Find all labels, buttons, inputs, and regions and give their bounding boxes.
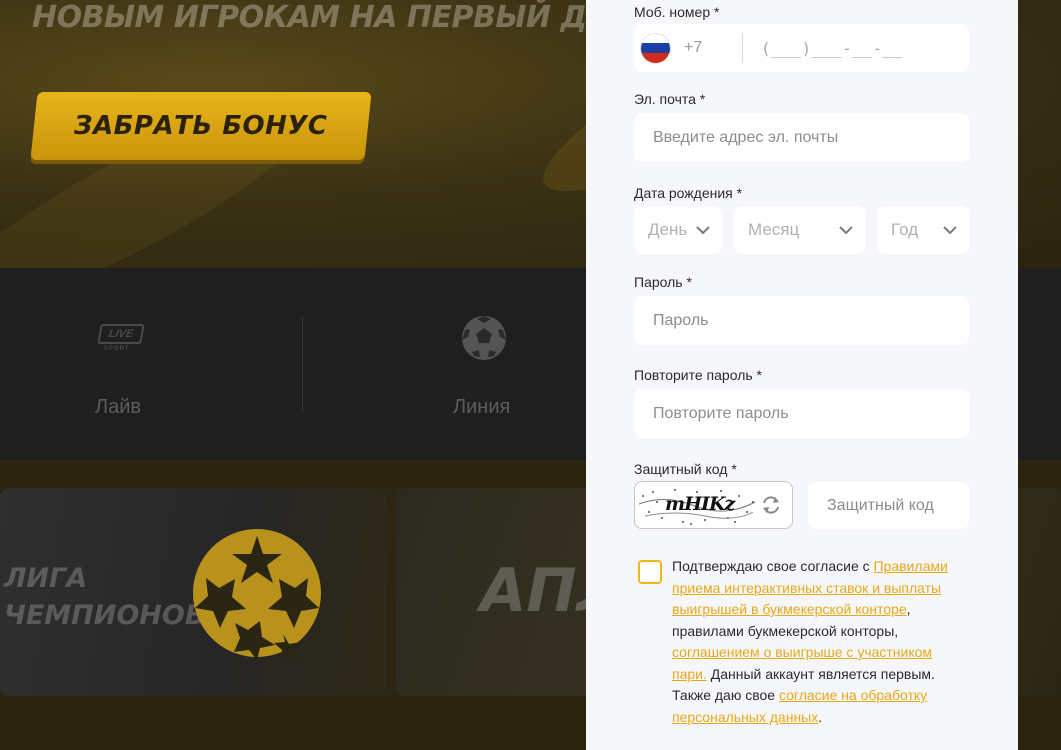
nav-label-line: Линия xyxy=(453,396,511,418)
card-champions-league[interactable]: ЛИГА ЧЕМПИОНОВ xyxy=(0,488,386,696)
live-sport-caption: SPORT xyxy=(104,346,130,352)
birthdate-label: Дата рождения * xyxy=(634,185,743,201)
password-field[interactable] xyxy=(653,311,969,330)
phone-separator xyxy=(742,33,743,63)
claim-bonus-label: ЗАБРАТЬ БОНУС xyxy=(74,111,328,141)
birth-day-select[interactable]: День xyxy=(634,206,722,254)
agreement-text: Подтверждаю свое согласие с Правилами пр… xyxy=(672,556,952,728)
live-badge-text: LIVE xyxy=(107,328,135,340)
russia-flag-icon[interactable] xyxy=(640,32,671,64)
agreement-checkbox[interactable] xyxy=(638,560,662,584)
phone-label: Моб. номер * xyxy=(634,4,720,20)
password-repeat-field-wrapper xyxy=(634,389,969,438)
captcha-image: mHIKz xyxy=(634,481,793,529)
birth-year-value: Год xyxy=(891,220,919,239)
phone-field[interactable]: +7 (___)___-__-__ xyxy=(634,24,969,72)
live-sport-icon: LIVE xyxy=(97,324,145,344)
nav-label-live: Лайв xyxy=(95,396,142,418)
agreement-text-part: Подтверждаю свое согласие с xyxy=(672,558,874,574)
registration-form: Моб. номер * +7 (___)___-__-__ Эл. почта… xyxy=(586,0,1018,750)
soccer-ball-icon xyxy=(462,316,506,360)
email-field-wrapper xyxy=(634,113,969,162)
card-title-line2: ЧЕМПИОНОВ xyxy=(4,600,206,631)
nav-item-line[interactable]: Линия xyxy=(360,268,610,460)
birth-year-select[interactable]: Год xyxy=(877,206,969,254)
nav-item-live[interactable]: LIVE SPORT Лайв xyxy=(0,268,240,460)
birth-month-select[interactable]: Месяц xyxy=(734,206,865,254)
chevron-down-icon xyxy=(839,226,853,235)
password-repeat-field[interactable] xyxy=(653,404,969,423)
birth-month-value: Месяц xyxy=(748,220,800,239)
nav-divider xyxy=(302,318,303,412)
refresh-icon[interactable] xyxy=(760,494,782,516)
phone-input[interactable]: (___)___-__-__ xyxy=(761,39,903,58)
captcha-field[interactable] xyxy=(827,496,969,515)
card-title-line1: ЛИГА xyxy=(4,563,88,594)
captcha-field-wrapper xyxy=(808,482,969,529)
champions-league-star-ball-icon xyxy=(193,529,321,660)
email-label: Эл. почта * xyxy=(634,91,706,107)
password-label: Пароль * xyxy=(634,274,692,290)
phone-prefix: +7 xyxy=(684,39,703,56)
birth-day-value: День xyxy=(648,220,688,239)
email-field[interactable] xyxy=(653,128,969,147)
captcha-label: Защитный код * xyxy=(634,461,737,477)
chevron-down-icon xyxy=(943,226,957,235)
password-repeat-label: Повторите пароль * xyxy=(634,367,762,383)
password-field-wrapper xyxy=(634,296,969,345)
chevron-down-icon xyxy=(696,226,710,235)
captcha-code: mHIKz xyxy=(665,493,735,515)
claim-bonus-button[interactable]: ЗАБРАТЬ БОНУС xyxy=(30,92,372,160)
agreement-text-part: . xyxy=(818,708,823,725)
